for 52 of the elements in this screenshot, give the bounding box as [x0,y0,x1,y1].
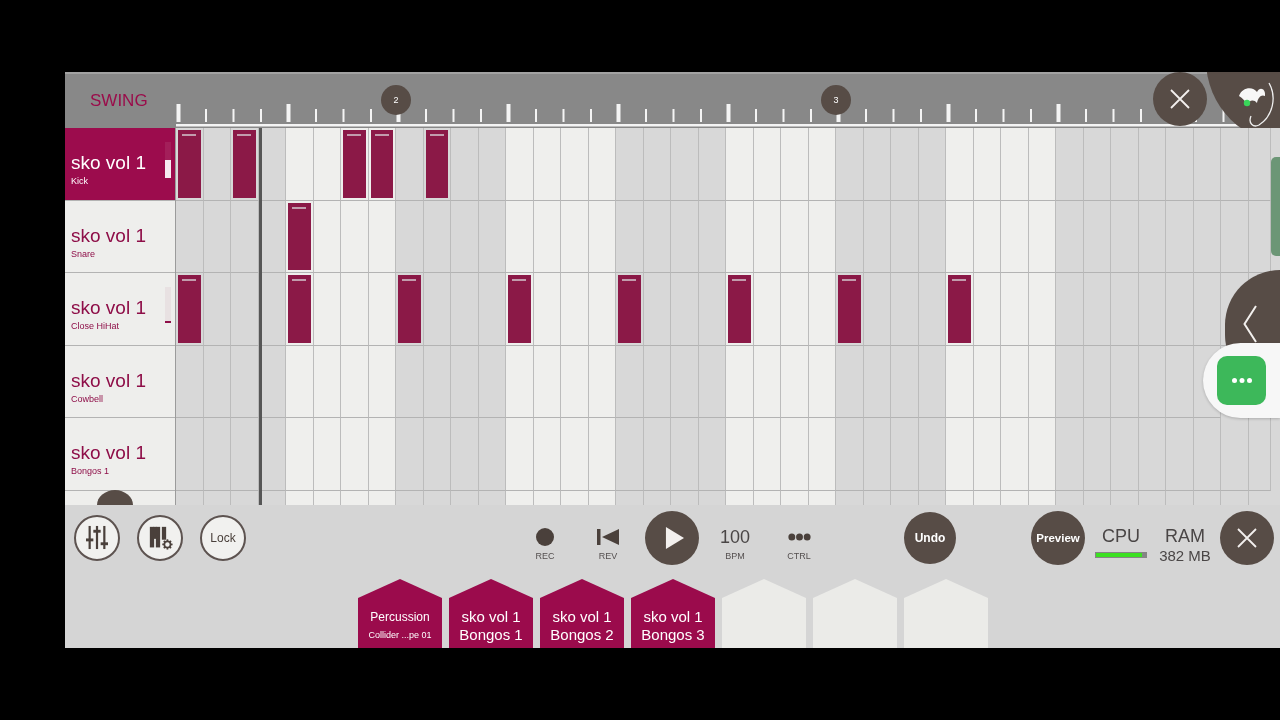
more-icon [1231,378,1252,383]
close-icon [1237,527,1257,548]
ram-label: RAM [1165,525,1205,547]
skip-back-icon [597,529,619,545]
tempo-button[interactable]: 100 BPM [713,505,757,562]
side-tab[interactable] [1271,157,1280,256]
channel-tab[interactable]: sko vol 1 Bongos 3 [631,579,715,648]
step-cell[interactable] [506,273,534,346]
step-cell[interactable] [423,128,451,201]
step-cell[interactable] [726,273,754,346]
channel-tab[interactable]: sko vol 1 Bongos 1 [449,579,533,648]
step-cell[interactable] [231,128,259,201]
step-cell[interactable] [368,128,396,201]
step-cell[interactable] [616,273,644,346]
step-cell[interactable] [946,273,974,346]
step-cell[interactable] [396,273,424,346]
track-button[interactable]: sko vol 1 Kick [65,128,175,201]
close-icon [1170,89,1190,109]
ram-value: 382 MB [1159,547,1211,564]
more-icon [787,533,811,541]
mixer-button[interactable] [74,514,120,561]
empty-slot[interactable] [722,579,806,648]
step-cell[interactable] [286,201,314,273]
step-cell[interactable] [176,273,204,346]
more-button[interactable] [1217,356,1266,405]
bar-marker: 3 [821,85,851,115]
piano-gear-icon [149,525,173,550]
controls-button[interactable]: CTRL [777,505,821,562]
step-cell[interactable] [1248,128,1271,201]
step-cell[interactable] [341,128,369,201]
step-cell[interactable] [176,128,204,201]
bar-marker: 2 [381,85,411,115]
record-button[interactable]: REC [525,505,565,562]
channel-tab[interactable]: sko vol 1 Bongos 2 [540,579,624,648]
record-icon [536,528,554,546]
channel-tab[interactable]: Percussion Collider ...pe 01 [358,579,442,648]
step-cell[interactable] [1248,418,1271,491]
empty-slot[interactable] [813,579,897,648]
play-button[interactable] [645,510,699,565]
preview-button[interactable]: Preview [1031,510,1085,565]
cpu-label: CPU [1102,525,1140,547]
step-cell[interactable] [286,273,314,346]
empty-slot[interactable] [904,579,988,648]
close-button[interactable] [1220,510,1274,565]
rewind-button[interactable]: REV [588,505,628,562]
undo-button[interactable]: Undo [904,511,956,564]
step-cell[interactable] [1248,201,1271,273]
play-icon [664,526,684,549]
lock-button[interactable]: Lock [200,514,246,561]
piano-settings-button[interactable] [137,514,183,561]
sliders-icon [86,525,108,550]
step-cell[interactable] [836,273,864,346]
